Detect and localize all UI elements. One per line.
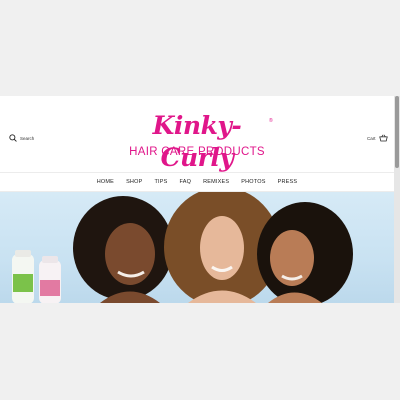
product-bottle-pink: [39, 256, 61, 303]
search-label: Search: [20, 135, 35, 141]
woman-left: [73, 196, 173, 303]
nav-item-tips[interactable]: TIPS: [148, 179, 173, 185]
nav-item-faq[interactable]: FAQ: [173, 179, 197, 185]
site-header: Search Kinky-Curly ® HAIR CARE PRODUCTS …: [0, 96, 394, 172]
basket-icon: [378, 134, 388, 142]
nav-item-press[interactable]: PRESS: [272, 179, 304, 185]
logo-subtitle: HAIR CARE PRODUCTS: [129, 146, 265, 158]
nav-item-shop[interactable]: SHOP: [120, 179, 148, 185]
site-logo[interactable]: Kinky-Curly ® HAIR CARE PRODUCTS: [117, 110, 277, 172]
hero-image: [12, 192, 353, 303]
logo-registered-mark: ®: [269, 118, 273, 124]
main-nav: HOME SHOP TIPS FAQ REMIXES PHOTOS PRESS: [0, 173, 394, 191]
logo-wordmark: Kinky-Curly: [152, 111, 242, 172]
hero-banner: [0, 192, 394, 303]
nav-item-home[interactable]: HOME: [91, 179, 120, 185]
nav-item-photos[interactable]: PHOTOS: [235, 179, 271, 185]
scrollbar-thumb[interactable]: [395, 96, 399, 168]
woman-right: [257, 202, 353, 303]
cart-button[interactable]: Cart: [367, 132, 388, 144]
webpage: Search Kinky-Curly ® HAIR CARE PRODUCTS …: [0, 96, 394, 303]
search-button[interactable]: Search: [9, 132, 34, 144]
search-icon: [9, 134, 17, 142]
nav-item-remixes[interactable]: REMIXES: [197, 179, 235, 185]
product-bottle-green: [12, 250, 34, 303]
cart-label: Cart: [367, 135, 376, 141]
